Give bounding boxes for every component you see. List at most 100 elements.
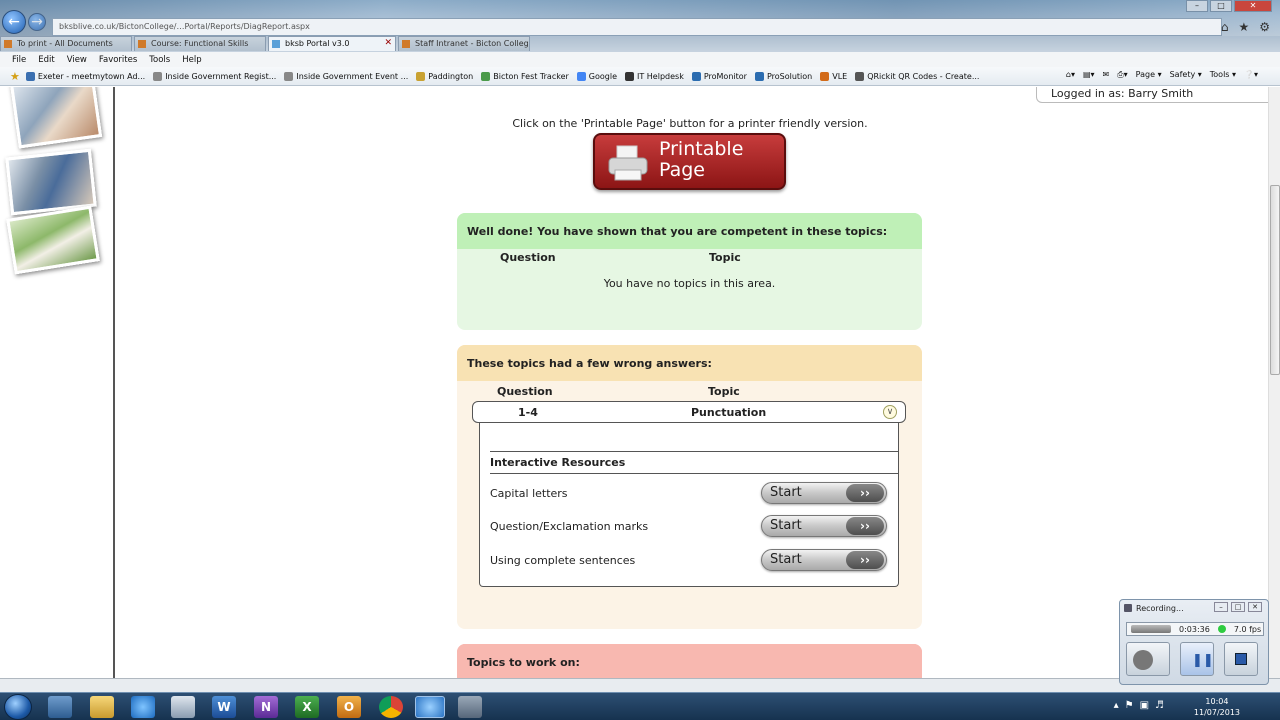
page-menu[interactable]: Page ▾ bbox=[1136, 70, 1162, 80]
home-command-icon[interactable]: ⌂▾ bbox=[1066, 70, 1075, 80]
fav-qrickit[interactable]: QRickit QR Codes - Create... bbox=[855, 71, 979, 81]
menu-tools[interactable]: Tools bbox=[149, 55, 170, 65]
tab-course[interactable]: Course: Functional Skills bbox=[134, 36, 266, 51]
stop-button[interactable] bbox=[1224, 642, 1258, 676]
pause-icon: ❚❚ bbox=[1192, 653, 1214, 668]
network-icon[interactable]: ▣ bbox=[1140, 700, 1155, 711]
favorites-star-icon[interactable]: ★ bbox=[1238, 20, 1249, 34]
internet-explorer-active-icon[interactable] bbox=[415, 696, 445, 718]
google-icon bbox=[576, 71, 586, 81]
menu-bar: File Edit View Favorites Tools Help bbox=[0, 52, 1280, 67]
tab-to-print[interactable]: To print - All Documents bbox=[0, 36, 132, 51]
help-icon[interactable]: ❔▾ bbox=[1244, 70, 1258, 80]
fav-google[interactable]: Google bbox=[576, 71, 617, 81]
folder-icon[interactable] bbox=[90, 696, 114, 718]
onenote-icon[interactable]: N bbox=[254, 696, 278, 718]
recorder-status: 0:03:36 7.0 fps bbox=[1126, 622, 1264, 636]
outlook-icon[interactable]: O bbox=[337, 696, 361, 718]
app-icon[interactable] bbox=[48, 696, 72, 718]
internet-explorer-icon[interactable] bbox=[131, 696, 155, 718]
student-photo bbox=[5, 148, 97, 216]
menu-edit[interactable]: Edit bbox=[38, 55, 54, 65]
recorder-app-icon[interactable] bbox=[458, 696, 482, 718]
link-icon bbox=[153, 71, 163, 81]
fav-exeter[interactable]: Exeter - meetmytown Ad... bbox=[25, 71, 145, 81]
link-icon bbox=[820, 71, 830, 81]
double-arrow-icon: ›› bbox=[846, 484, 884, 502]
start-button[interactable] bbox=[4, 694, 32, 720]
link-icon bbox=[691, 71, 701, 81]
address-bar[interactable]: bksblive.co.uk/BictonCollege/…Portal/Rep… bbox=[52, 18, 1222, 36]
record-button[interactable] bbox=[1126, 642, 1170, 676]
volume-icon[interactable]: ♬ bbox=[1155, 700, 1170, 711]
fav-it-helpdesk[interactable]: IT Helpdesk bbox=[625, 71, 684, 81]
window-icon[interactable] bbox=[171, 696, 195, 718]
recorder-fps: 7.0 fps bbox=[1233, 624, 1262, 634]
double-arrow-icon: ›› bbox=[846, 551, 884, 569]
chevron-down-icon[interactable]: ∨ bbox=[883, 405, 897, 419]
recorder-restore-button[interactable]: □ bbox=[1231, 602, 1245, 612]
printable-page-button[interactable]: Printable Page bbox=[593, 133, 786, 190]
tab-bksb-portal[interactable]: bksb Portal v3.0 ✕ bbox=[268, 36, 396, 51]
safety-menu[interactable]: Safety ▾ bbox=[1170, 70, 1202, 80]
menu-favorites[interactable]: Favorites bbox=[99, 55, 137, 65]
excel-icon[interactable]: X bbox=[295, 696, 319, 718]
recorder-minimize-button[interactable]: – bbox=[1214, 602, 1228, 612]
link-icon bbox=[754, 71, 764, 81]
column-question: Question bbox=[500, 251, 556, 264]
word-icon[interactable]: W bbox=[212, 696, 236, 718]
folder-icon bbox=[416, 71, 426, 81]
favorites-star-icon[interactable]: ★ bbox=[10, 70, 20, 83]
wrong-answers-heading: These topics had a few wrong answers: bbox=[457, 345, 922, 381]
print-icon[interactable]: ⎙▾ bbox=[1117, 70, 1127, 80]
fav-bicton-fest[interactable]: Bicton Fest Tracker bbox=[481, 71, 569, 81]
no-topics-message: You have no topics in this area. bbox=[603, 277, 776, 290]
fav-inside-gov-regist[interactable]: Inside Government Regist... bbox=[153, 71, 276, 81]
page-scrollbar[interactable] bbox=[1268, 87, 1280, 678]
menu-help[interactable]: Help bbox=[182, 55, 201, 65]
logged-in-label: Logged in as: Barry Smith bbox=[1036, 87, 1268, 103]
fav-inside-gov-event[interactable]: Inside Government Event ... bbox=[284, 71, 408, 81]
start-button-capital-letters[interactable]: Start ›› bbox=[761, 482, 887, 504]
start-button-question-marks[interactable]: Start ›› bbox=[761, 515, 887, 537]
back-button[interactable]: ← bbox=[2, 10, 26, 34]
menu-file[interactable]: File bbox=[12, 55, 26, 65]
gear-icon[interactable]: ⚙ bbox=[1259, 20, 1270, 34]
link-icon bbox=[481, 71, 491, 81]
chrome-icon[interactable] bbox=[379, 696, 403, 718]
menu-view[interactable]: View bbox=[67, 55, 87, 65]
work-on-panel: Topics to work on: bbox=[457, 644, 922, 678]
flag-icon[interactable]: ⚑ bbox=[1125, 700, 1140, 711]
tab-strip: To print - All Documents Course: Functio… bbox=[0, 36, 1280, 52]
fav-paddington[interactable]: Paddington bbox=[416, 71, 473, 81]
work-on-heading: Topics to work on: bbox=[457, 644, 922, 678]
tools-menu[interactable]: Tools ▾ bbox=[1210, 70, 1236, 80]
tray-up-arrow-icon[interactable]: ▴ bbox=[1114, 700, 1125, 711]
command-bar: ⌂▾ ▤▾ ✉ ⎙▾ Page ▾ Safety ▾ Tools ▾ ❔▾ bbox=[1066, 70, 1258, 80]
competent-topics-panel: Well done! You have shown that you are c… bbox=[457, 213, 922, 330]
tab-staff-intranet[interactable]: Staff Intranet - Bicton College ... bbox=[398, 36, 530, 51]
column-topic: Topic bbox=[708, 385, 740, 398]
forward-button[interactable]: → bbox=[28, 13, 46, 31]
fav-promonitor[interactable]: ProMonitor bbox=[691, 71, 747, 81]
home-icon[interactable]: ⌂ bbox=[1221, 20, 1229, 34]
tab-close-icon[interactable]: ✕ bbox=[384, 38, 392, 48]
recorder-time: 0:03:36 bbox=[1179, 624, 1210, 634]
taskbar-clock[interactable]: 10:04 11/07/2013 bbox=[1194, 696, 1240, 718]
pause-button[interactable]: ❚❚ bbox=[1180, 642, 1214, 676]
feeds-icon[interactable]: ▤▾ bbox=[1083, 70, 1095, 80]
resources-heading: Interactive Resources bbox=[490, 451, 898, 474]
mail-icon[interactable]: ✉ bbox=[1103, 70, 1110, 80]
minimize-button[interactable]: – bbox=[1186, 0, 1208, 12]
link-icon bbox=[284, 71, 294, 81]
recorder-close-button[interactable]: ✕ bbox=[1248, 602, 1262, 612]
close-button[interactable]: ✕ bbox=[1234, 0, 1272, 12]
fav-prosolution[interactable]: ProSolution bbox=[754, 71, 812, 81]
maximize-button[interactable]: □ bbox=[1210, 0, 1232, 12]
fav-vle[interactable]: VLE bbox=[820, 71, 847, 81]
start-button-complete-sentences[interactable]: Start ›› bbox=[761, 549, 887, 571]
recorder-window: Recording... – □ ✕ 0:03:36 7.0 fps ❚❚ bbox=[1119, 599, 1269, 685]
recorder-title: Recording... bbox=[1136, 604, 1184, 613]
scrollbar-thumb[interactable] bbox=[1270, 185, 1280, 375]
topic-accordion-row[interactable]: 1-4 Punctuation ∨ bbox=[472, 401, 906, 423]
